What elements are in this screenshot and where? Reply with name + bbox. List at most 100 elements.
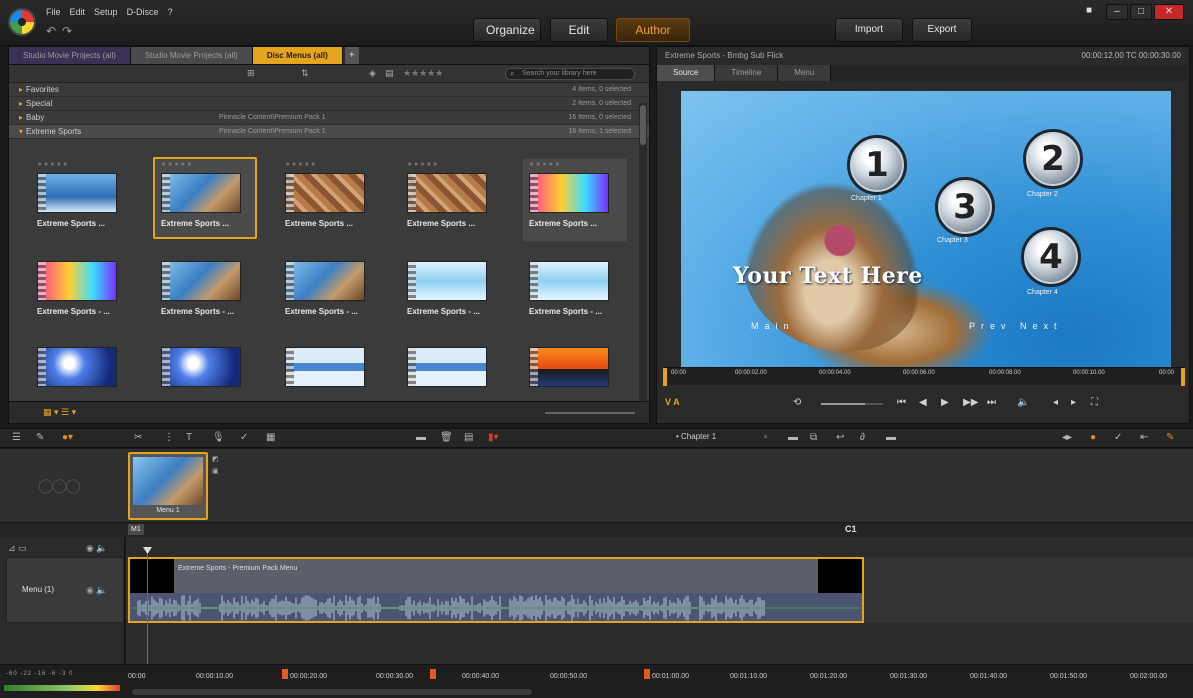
track-name[interactable]: Menu (1) bbox=[22, 585, 54, 594]
tree-item-extreme-sports[interactable]: ▾ Extreme Sports Pinnacle Content\Premiu… bbox=[9, 125, 649, 139]
add-chapter-icon[interactable]: ▫ bbox=[764, 432, 768, 443]
cart-icon[interactable]: ■ bbox=[1078, 4, 1100, 20]
rating-stars[interactable]: ★★★★★ bbox=[37, 161, 69, 168]
library-item[interactable]: Extreme Sports - ... bbox=[31, 247, 135, 329]
mark-out-handle[interactable] bbox=[1181, 368, 1185, 386]
sort-icon[interactable]: ⇅ bbox=[301, 68, 309, 79]
next-marker-icon[interactable]: ▸ bbox=[1071, 397, 1076, 408]
speaker-icon[interactable]: 🔈 bbox=[1017, 397, 1029, 408]
timeline-playhead[interactable] bbox=[147, 547, 148, 677]
split-icon[interactable]: ⋮ bbox=[164, 432, 174, 443]
filter-icon[interactable]: ⊞ bbox=[247, 68, 255, 79]
grid-view-icon[interactable]: ▦ ▾ ☰ ▾ bbox=[43, 407, 76, 418]
marker-icon[interactable]: ▬ bbox=[886, 432, 896, 443]
view-options-icon[interactable]: ▤ bbox=[385, 68, 394, 79]
chapter-button-1[interactable]: 1 bbox=[847, 135, 907, 195]
menu-side-icon[interactable]: ◩ bbox=[212, 455, 219, 463]
edit-tab[interactable]: Edit bbox=[550, 18, 608, 42]
timecode-display[interactable]: 00:00:12.00 TC 00:00:30.00 bbox=[1082, 47, 1182, 65]
library-item-selected[interactable]: ★★★★★ Extreme Sports ... bbox=[153, 157, 257, 239]
go-to-start-icon[interactable]: ⏮ bbox=[897, 397, 906, 408]
timeline-horizontal-scrollbar[interactable] bbox=[132, 689, 532, 695]
organize-tab[interactable]: Organize bbox=[473, 18, 541, 42]
edit-pen-icon[interactable]: ✎ bbox=[36, 432, 44, 443]
title-text-icon[interactable]: T bbox=[186, 432, 192, 443]
chapter-marker[interactable] bbox=[644, 669, 650, 679]
menu-list-icon[interactable]: ▤ bbox=[464, 432, 473, 443]
library-scrollbar[interactable] bbox=[639, 103, 647, 403]
play-icon[interactable]: ▶ bbox=[941, 397, 949, 408]
rating-stars[interactable]: ★★★★★ bbox=[529, 161, 561, 168]
menu-help[interactable]: ? bbox=[168, 7, 173, 17]
rating-stars[interactable]: ★★★★★ bbox=[161, 161, 193, 168]
add-menu-icon[interactable]: ▬ bbox=[416, 432, 426, 443]
library-item[interactable]: Extreme Sports - ... bbox=[401, 247, 505, 329]
comment-icon[interactable]: ▬ bbox=[788, 432, 798, 443]
author-tab[interactable]: Author bbox=[616, 18, 690, 42]
menu-text-placeholder[interactable]: Your Text Here bbox=[733, 263, 923, 289]
go-to-end-icon[interactable]: ⏭ bbox=[987, 397, 996, 408]
chapter-marker[interactable] bbox=[430, 669, 436, 679]
rating-filter[interactable]: ★★★★★ bbox=[403, 68, 443, 79]
menu-side-icon[interactable]: ▣ bbox=[212, 467, 219, 475]
menu-nav-prev-next[interactable]: Prev Next bbox=[969, 321, 1063, 331]
video-audio-toggle[interactable]: V A bbox=[665, 397, 680, 407]
chapter-button-4[interactable]: 4 bbox=[1021, 227, 1081, 287]
menu-nav-main[interactable]: Main bbox=[751, 321, 795, 331]
scissors-icon[interactable]: ✂ bbox=[134, 432, 142, 443]
track-visibility-icon[interactable]: ◉ 🔈 bbox=[86, 543, 108, 554]
chapter-button-2[interactable]: 2 bbox=[1023, 129, 1083, 189]
library-item[interactable]: ★★★★★ Extreme Sports ... bbox=[523, 159, 627, 241]
redo-icon[interactable]: ↷ bbox=[62, 24, 72, 38]
track-lock-icon[interactable]: ⊿ ▭ bbox=[8, 543, 27, 554]
tree-item-baby[interactable]: ▸ Baby Pinnacle Content\Premium Pack 1 1… bbox=[9, 111, 649, 125]
return-icon[interactable]: ↩ bbox=[836, 432, 844, 443]
library-tab-projects-2[interactable]: Studio Movie Projects (all) bbox=[130, 47, 253, 64]
link-icon[interactable]: ∂ bbox=[860, 432, 865, 443]
tab-menu[interactable]: Menu bbox=[778, 65, 832, 81]
library-item[interactable]: ★★★★★ Extreme Sports ... bbox=[31, 159, 135, 241]
timeline-ruler[interactable]: -60 -22 -16 -6 -3 0 00:00 00:00:10.00 00… bbox=[0, 664, 1193, 698]
grid-icon[interactable]: ▦ bbox=[266, 432, 275, 443]
library-item[interactable]: Extreme Sports - ... bbox=[279, 247, 383, 329]
collapse-arrow-icon[interactable]: ▾ bbox=[19, 127, 23, 136]
trim-icon[interactable]: ✓ bbox=[1114, 432, 1122, 443]
microphone-icon[interactable]: 🎙 bbox=[212, 432, 225, 443]
step-back-icon[interactable]: ◀ bbox=[919, 397, 927, 408]
library-tab-disc-menus[interactable]: Disc Menus (all) bbox=[252, 47, 343, 64]
audio-scrub-icon[interactable]: ◂▸ bbox=[1062, 432, 1072, 443]
mark-in-handle[interactable] bbox=[663, 368, 667, 386]
list-view-icon[interactable]: ☰ bbox=[12, 432, 21, 443]
chapter-marker[interactable] bbox=[282, 669, 288, 679]
checkmark-icon[interactable]: ✓ bbox=[240, 432, 248, 443]
menu-file[interactable]: File bbox=[46, 7, 61, 17]
import-button[interactable]: Import bbox=[835, 18, 903, 42]
undo-icon[interactable]: ↶ bbox=[46, 24, 56, 38]
timeline-clip[interactable]: Extreme Sports - Premium Pack Menu bbox=[128, 557, 864, 623]
menu-flag[interactable]: M1 bbox=[128, 524, 144, 535]
maximize-button[interactable]: □ bbox=[1130, 4, 1152, 20]
rating-stars[interactable]: ★★★★★ bbox=[285, 161, 317, 168]
expand-arrow-icon[interactable]: ▸ bbox=[19, 99, 23, 108]
expand-arrow-icon[interactable]: ▸ bbox=[19, 85, 23, 94]
preview-screen[interactable]: 1 2 3 4 Chapter 1 Chapter 2 Chapter 3 Ch… bbox=[681, 91, 1171, 367]
chapter-link-icon[interactable]: ⧉ bbox=[810, 432, 817, 443]
tab-source[interactable]: Source bbox=[657, 65, 716, 81]
library-item[interactable]: Extreme Sports - ... bbox=[155, 247, 259, 329]
thumbnail-zoom-slider[interactable] bbox=[545, 412, 635, 414]
tree-item-special[interactable]: ▸ Special 2 Items, 0 selected bbox=[9, 97, 649, 111]
disc-type-icon[interactable]: ●▾ bbox=[62, 432, 73, 443]
track-audio-icon[interactable]: ◉ 🔈 bbox=[86, 585, 108, 596]
tab-timeline[interactable]: Timeline bbox=[715, 65, 779, 81]
menu-setup[interactable]: Setup bbox=[94, 7, 118, 17]
library-item[interactable]: Extreme Sports - ... bbox=[523, 247, 627, 329]
chapter-button-3[interactable]: 3 bbox=[935, 177, 995, 237]
loop-icon[interactable]: ⟲ bbox=[793, 397, 801, 408]
chapter-select[interactable]: • Chapter 1 bbox=[676, 432, 716, 441]
delete-icon[interactable]: 🗑 bbox=[440, 432, 453, 443]
library-item[interactable]: ★★★★★ Extreme Sports ... bbox=[401, 159, 505, 241]
tree-item-favorites[interactable]: ▸ Favorites 4 Items, 0 selected bbox=[9, 83, 649, 97]
add-tab-icon[interactable]: + bbox=[344, 47, 359, 64]
menu-edit[interactable]: Edit bbox=[70, 7, 86, 17]
prev-marker-icon[interactable]: ◂ bbox=[1053, 397, 1058, 408]
